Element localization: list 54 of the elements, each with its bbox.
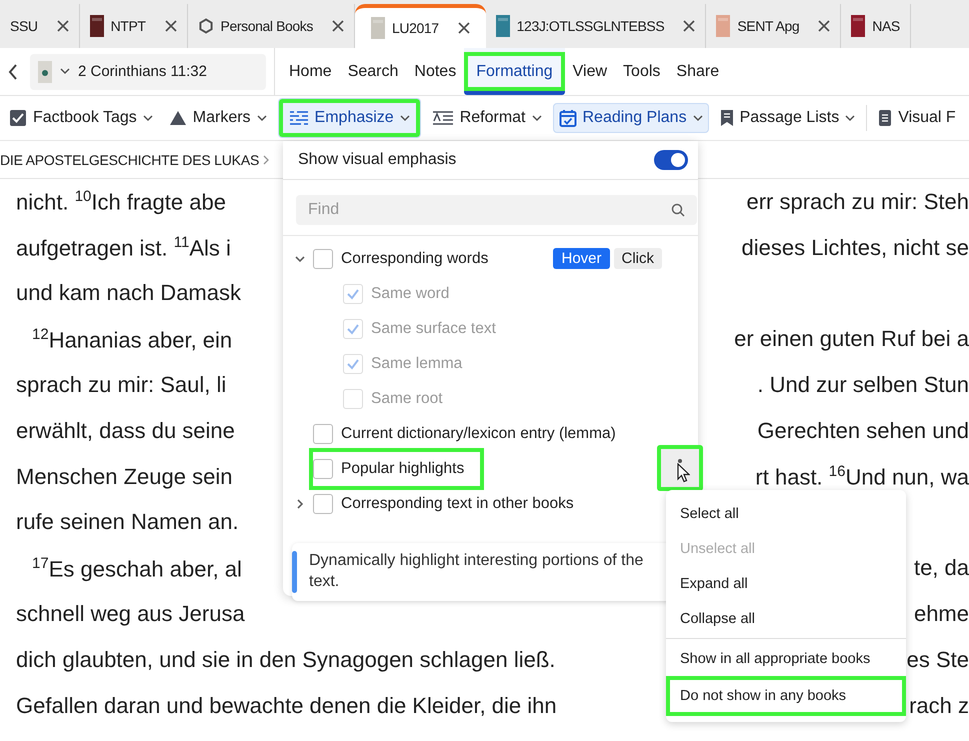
- text-line: dieses Lichtes, nicht se: [742, 234, 969, 261]
- text-line: . Und zur selben Stun: [757, 372, 969, 398]
- menu-tab[interactable]: Search: [340, 48, 406, 95]
- text-line: te, da: [914, 555, 969, 582]
- text-line: nicht. $^{10}$Ich fragte abe: [16, 188, 226, 216]
- tab[interactable]: NAS: [841, 4, 911, 48]
- text-line: err sprach zu mir: Steh: [746, 188, 969, 215]
- reference-box[interactable]: 2 Corinthians 11:32: [30, 54, 266, 90]
- tab[interactable]: SSU: [0, 4, 80, 48]
- text-line: erwählt, dass du seine: [16, 418, 235, 444]
- menu-tab[interactable]: Home: [281, 48, 340, 95]
- toolbar-button[interactable]: Emphasize: [278, 98, 421, 138]
- note-text: Dynamically highlight interesting portions of the text.: [309, 551, 644, 592]
- toolbar-button[interactable]: Factbook Tags: [4, 103, 158, 133]
- text-line: er einen guten Ruf bei a: [734, 326, 969, 352]
- menu-tab[interactable]: Share: [668, 48, 728, 95]
- menu-item[interactable]: Show in all appropriate books: [666, 641, 906, 676]
- text-line: ehme: [914, 601, 969, 628]
- text-line: $^{17}$Es geschah aber, al: [31, 554, 242, 582]
- text-line: sprach zu mir: Saul, li: [16, 372, 226, 398]
- text-line: dich glaubten, und sie in den Synagogen schlagen ließ.: [16, 646, 556, 673]
- option-item[interactable]: Corresponding words: [309, 241, 492, 276]
- menu-item[interactable]: Select all: [666, 496, 906, 531]
- menu-item[interactable]: Expand all: [666, 566, 906, 601]
- mode-button[interactable]: Hover: [553, 248, 610, 269]
- text-line: Menschen Zeuge sein: [16, 464, 232, 490]
- text-line: rach z: [909, 692, 969, 719]
- toggle-label: Show visual emphasis: [298, 151, 456, 169]
- menu-item[interactable]: Do not show in any books: [666, 676, 906, 716]
- text-line: Gefallen daran und bewachte denen die Kleider, die ihn: [16, 692, 557, 719]
- toolbar-button[interactable]: Markers: [164, 103, 272, 133]
- breadcrumb[interactable]: DIE APOSTELGESCHICHTE DES LUKAS: [0, 152, 260, 168]
- menu-item[interactable]: Collapse all: [666, 601, 906, 636]
- toolbar-button[interactable]: Visual F: [873, 103, 961, 133]
- tab[interactable]: NTPT: [80, 4, 188, 48]
- text-line: es Ste: [906, 646, 969, 673]
- toolbar-button[interactable]: Reading Plans: [552, 103, 709, 133]
- menu-tab[interactable]: Notes: [406, 48, 464, 95]
- search-field[interactable]: Find: [296, 195, 697, 225]
- menu-tab[interactable]: Tools: [615, 48, 668, 95]
- text-line: Gerechten sehen und: [757, 418, 969, 444]
- tab[interactable]: SENT Apg: [706, 4, 842, 48]
- menu-tab[interactable]: View: [564, 48, 616, 95]
- text-line: $^{12}$Hananias aber, ein: [31, 326, 232, 353]
- text-line: und kam nach Damask: [16, 280, 241, 306]
- menu-tab[interactable]: Formatting: [464, 48, 565, 95]
- mode-button[interactable]: Click: [614, 248, 662, 269]
- toolbar-button[interactable]: Passage Lists: [714, 103, 860, 133]
- toolbar-button[interactable]: Reformat: [426, 103, 546, 133]
- text-line: rufe seinen Namen an.: [16, 509, 239, 536]
- text-line: rt hast. $^{16}$Und nun, wa: [755, 463, 969, 490]
- text-line: schnell weg aus Jerusa: [16, 601, 245, 628]
- tab[interactable]: LU2017: [355, 4, 486, 48]
- text-line: aufgetragen ist. $^{11}$Als i: [16, 234, 231, 262]
